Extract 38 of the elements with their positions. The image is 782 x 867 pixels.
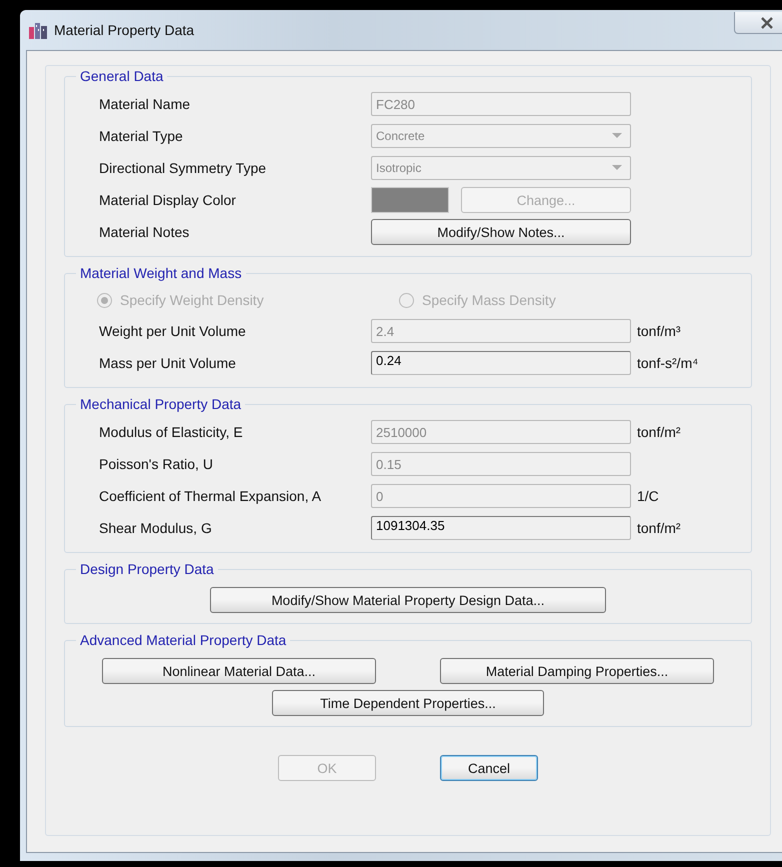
unit-label: 1/C: [637, 488, 659, 504]
buildings-icon: [28, 21, 48, 39]
window-title: Material Property Data: [54, 22, 196, 38]
unit-label: tonf/m²: [637, 520, 681, 536]
group-title: General Data: [79, 68, 164, 84]
field-label: Mass per Unit Volume: [98, 355, 237, 371]
radio-label: Specify Weight Density: [120, 292, 264, 308]
dialog-button[interactable]: Material Damping Properties...: [440, 658, 714, 684]
input-field[interactable]: 0.24: [371, 351, 631, 375]
field-label: Material Name: [98, 96, 192, 112]
dialog-button[interactable]: Cancel: [440, 755, 538, 781]
caret-icon: [612, 133, 622, 139]
field-label: Modulus of Elasticity, E: [98, 424, 244, 440]
dialog-button[interactable]: Time Dependent Properties...: [272, 690, 544, 716]
group-title: Material Weight and Mass: [79, 265, 243, 281]
color-swatch[interactable]: [371, 187, 449, 213]
field-label: Material Display Color: [98, 192, 237, 208]
radio-label: Specify Mass Density: [422, 292, 556, 308]
unit-label: tonf/m³: [637, 323, 681, 339]
dialog-button[interactable]: Nonlinear Material Data...: [102, 658, 376, 684]
field-label: Material Type: [98, 128, 184, 144]
input-field[interactable]: 1091304.35: [371, 516, 631, 540]
field-label: Shear Modulus, G: [98, 520, 213, 536]
group-title: Mechanical Property Data: [79, 396, 242, 412]
field-label: Material Notes: [98, 224, 190, 240]
field-label: Directional Symmetry Type: [98, 160, 268, 176]
unit-label: tonf/m²: [637, 424, 681, 440]
field-label: Weight per Unit Volume: [98, 323, 247, 339]
close-icon: [760, 16, 774, 28]
caret-icon: [612, 165, 622, 171]
unit-label: tonf-s²/m⁴: [637, 355, 698, 371]
notes-button[interactable]: Modify/Show Notes...: [371, 219, 631, 245]
group-title: Advanced Material Property Data: [79, 632, 288, 648]
close-button[interactable]: [734, 12, 782, 34]
field-label: Coefficient of Thermal Expansion, A: [98, 488, 322, 504]
dialog-button[interactable]: Modify/Show Material Property Design Data...: [210, 587, 606, 613]
group-title: Design Property Data: [79, 561, 215, 577]
field-label: Poisson's Ratio, U: [98, 456, 214, 472]
